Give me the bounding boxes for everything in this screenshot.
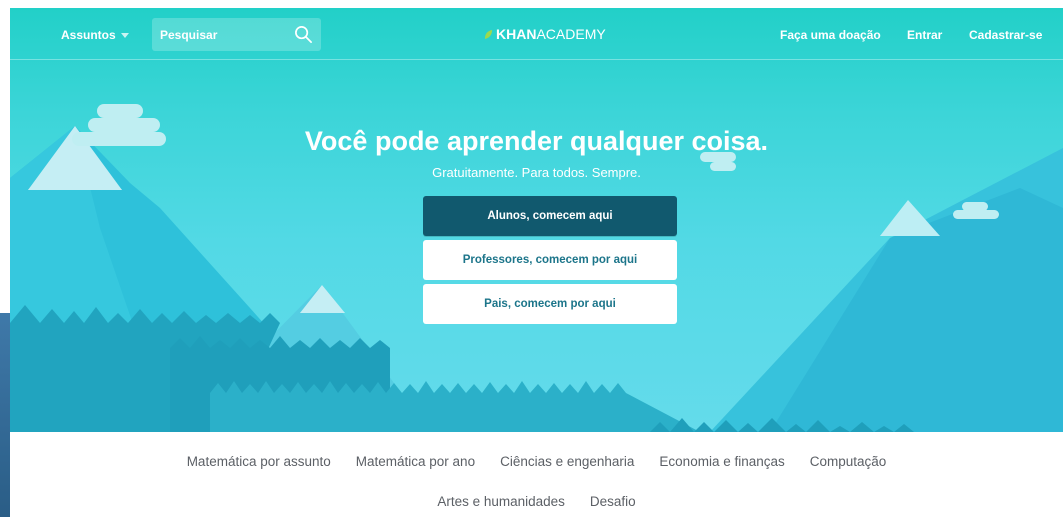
top-navigation: Assuntos KHAN ACADEMY [10,8,1063,60]
subject-link-math-by-topic[interactable]: Matemática por assunto [187,454,331,469]
hero-title: Você pode aprender qualquer coisa. [304,126,769,156]
parents-start-button[interactable]: Pais, comecem por aqui [423,284,677,324]
subject-link-challenge[interactable]: Desafio [590,494,636,509]
logo-text-academy: ACADEMY [536,26,606,42]
subjects-menu-label: Assuntos [61,28,116,42]
hero-section: Assuntos KHAN ACADEMY [10,8,1063,432]
subject-link-math-by-grade[interactable]: Matemática por ano [356,454,475,469]
chevron-down-icon [120,33,129,38]
donate-link[interactable]: Faça uma doação [780,28,881,42]
login-link[interactable]: Entrar [907,28,942,42]
teachers-start-button[interactable]: Professores, comecem por aqui [423,240,677,280]
search-input[interactable] [152,18,292,51]
subject-link-economics-finance[interactable]: Economia e finanças [659,454,784,469]
search-box [152,18,321,51]
signup-link[interactable]: Cadastrar-se [969,28,1042,42]
subjects-menu-button[interactable]: Assuntos [61,28,129,42]
subject-link-arts-humanities[interactable]: Artes e humanidades [437,494,565,509]
subjects-bar: Matemática por assunto Matemática por an… [10,432,1063,517]
search-icon[interactable] [294,25,313,44]
subjects-row-1: Matemática por assunto Matemática por an… [10,454,1063,469]
hero-subtitle: Gratuitamente. Para todos. Sempre. [432,165,641,180]
browser-viewport: Assuntos KHAN ACADEMY [0,0,1063,517]
khan-academy-logo[interactable]: KHAN ACADEMY [484,26,606,42]
outer-page-edge-blue [0,313,10,517]
students-start-button[interactable]: Alunos, comecem aqui [423,196,677,236]
leaf-icon [484,29,493,39]
subject-link-science-engineering[interactable]: Ciências e engenharia [500,454,634,469]
logo-text-khan: KHAN [496,26,537,42]
subject-link-computing[interactable]: Computação [810,454,887,469]
subjects-row-2: Artes e humanidades Desafio [10,494,1063,509]
khan-academy-page: Assuntos KHAN ACADEMY [10,8,1063,517]
